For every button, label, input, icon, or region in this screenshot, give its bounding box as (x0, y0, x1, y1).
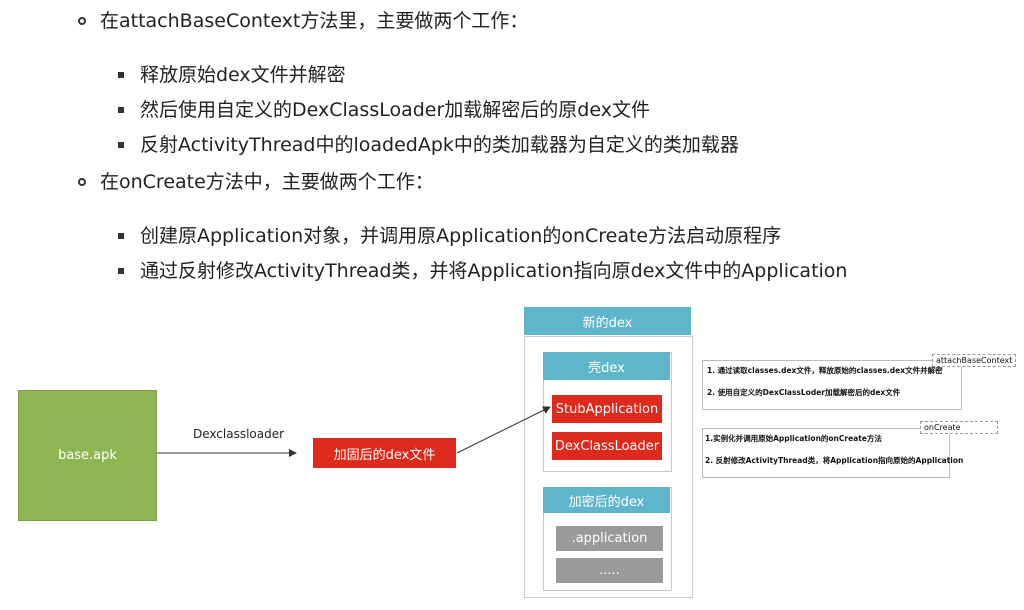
oncreate-note-1: 1.实例化并调用原始Application的onCreate方法 (705, 434, 882, 443)
attach-note-2: 2. 使用自定义的DexClassLoder加载解密后的dex文件 (707, 388, 901, 397)
attach-note-1: 1. 通过读取classes.dex文件，释放原始的classes.dex文件并… (707, 366, 943, 375)
oncreate-note-2: 2. 反射修改ActivityThread类，将Application指向原始的… (705, 456, 964, 465)
arrow-line (456, 406, 551, 454)
attach-tag: attachBaseContext (932, 354, 1017, 367)
arrows-layer (157, 406, 551, 457)
oncreate-tag: onCreate (920, 421, 998, 434)
